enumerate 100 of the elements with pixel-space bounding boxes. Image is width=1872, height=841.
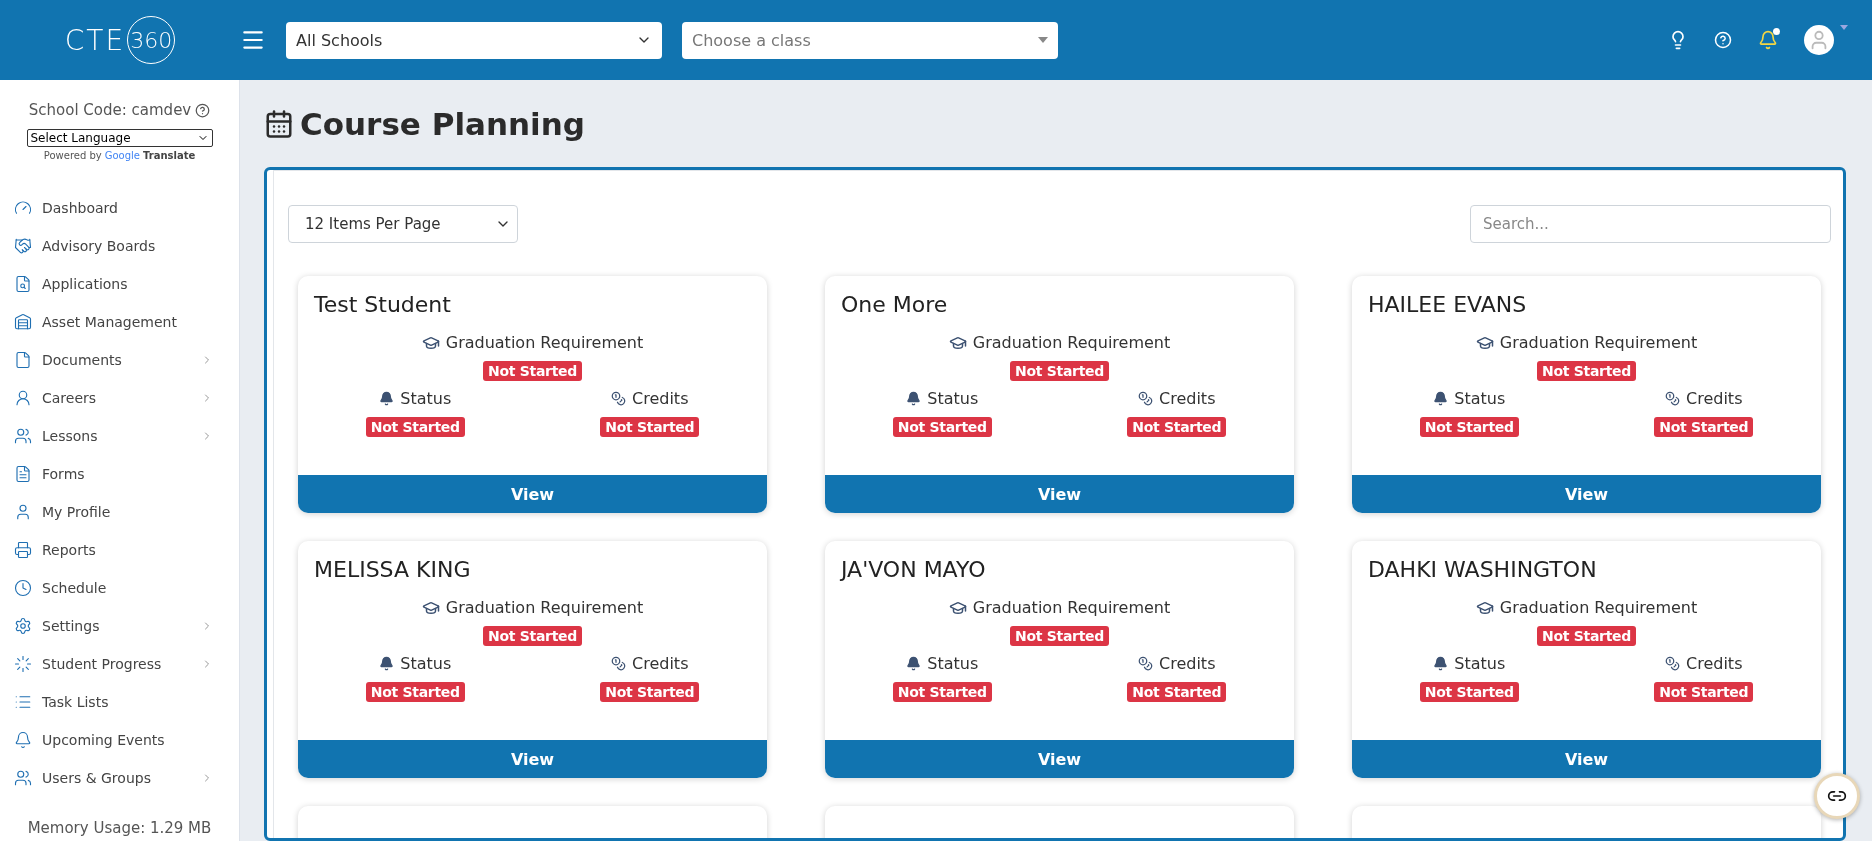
status-badge: Not Started — [1419, 417, 1519, 437]
graduation-label: Graduation Requirement — [445, 333, 644, 352]
status-badge: Not Started — [365, 417, 465, 437]
status-badge: Not Started — [1419, 682, 1519, 702]
coins-icon — [1138, 391, 1153, 406]
credits-label: Credits — [632, 389, 689, 408]
graduation-label: Graduation Requirement — [1499, 333, 1698, 352]
credits-badge: Not Started — [600, 682, 700, 702]
logo: CTE 360 — [64, 16, 176, 64]
sidebar-item[interactable]: Users & Groups — [0, 759, 239, 797]
calendar-icon — [264, 108, 294, 139]
bell-icon[interactable] — [1758, 30, 1778, 50]
nav-icon — [14, 465, 32, 483]
nav-icon — [14, 617, 32, 635]
sidebar-item[interactable]: Settings — [0, 607, 239, 645]
view-button[interactable]: View — [298, 740, 767, 778]
nav-icon — [14, 731, 32, 749]
view-button[interactable]: View — [825, 475, 1294, 513]
credits-label: Credits — [1686, 654, 1743, 673]
coins-icon — [1665, 391, 1680, 406]
status-badge: Not Started — [1537, 361, 1636, 381]
status-badge: Not Started — [892, 417, 992, 437]
status-badge: Not Started — [892, 682, 992, 702]
sidebar-item[interactable]: Careers — [0, 379, 239, 417]
school-code: School Code: camdev — [28, 101, 192, 119]
student-name: MELISSA KING — [313, 556, 472, 582]
nav-icon — [14, 541, 32, 559]
status-label: Status — [1454, 654, 1506, 673]
nav-icon — [14, 313, 32, 331]
avatar-icon — [1804, 25, 1834, 55]
items-per-page-select[interactable]: 12 Items Per Page — [288, 205, 518, 243]
credits-badge: Not Started — [1127, 682, 1227, 702]
class-select[interactable]: Choose a class — [682, 21, 1058, 59]
nav-icon — [14, 275, 32, 293]
status-badge: Not Started — [1010, 626, 1109, 646]
nav-icon — [14, 389, 32, 407]
nav-icon — [14, 769, 32, 787]
graduation-label: Graduation Requirement — [972, 598, 1171, 617]
status-label: Status — [927, 654, 979, 673]
coins-icon — [611, 656, 626, 671]
view-button[interactable]: View — [825, 740, 1294, 778]
coins-icon — [1138, 656, 1153, 671]
graduation-label: Graduation Requirement — [972, 333, 1171, 352]
status-label: Status — [400, 654, 452, 673]
view-button[interactable]: View — [1352, 740, 1821, 778]
status-badge: Not Started — [483, 361, 582, 381]
graduation-label: Graduation Requirement — [1499, 598, 1698, 617]
student-name: JA'VON MAYO — [839, 556, 987, 582]
coins-icon — [1665, 656, 1680, 671]
memory-usage: Memory Usage: 1.29 MB — [26, 819, 213, 839]
view-button[interactable]: View — [1352, 475, 1821, 513]
credits-label: Credits — [1159, 389, 1216, 408]
bell-icon — [906, 391, 922, 406]
credits-badge: Not Started — [600, 417, 700, 437]
nav-icon — [14, 427, 32, 445]
sidebar-item[interactable]: Upcoming Events — [0, 721, 239, 759]
view-button[interactable]: View — [298, 475, 767, 513]
sidebar-item[interactable]: Asset Management — [0, 303, 239, 341]
credits-label: Credits — [1159, 654, 1216, 673]
bell-icon — [379, 656, 395, 671]
credits-badge: Not Started — [1127, 417, 1227, 437]
credits-label: Credits — [1686, 389, 1743, 408]
nav-icon — [14, 655, 32, 673]
status-badge: Not Started — [365, 682, 465, 702]
status-label: Status — [1454, 389, 1506, 408]
sidebar-item[interactable]: Applications — [0, 265, 239, 303]
search-field[interactable]: Search... — [1470, 205, 1831, 243]
status-badge: Not Started — [1537, 626, 1636, 646]
student-name: One More — [840, 291, 949, 317]
school-select[interactable]: All Schools — [286, 21, 662, 59]
sidebar-item[interactable]: My Profile — [0, 493, 239, 531]
bell-icon — [906, 656, 922, 671]
nav-icon — [14, 579, 32, 597]
sidebar-item[interactable]: Task Lists — [0, 683, 239, 721]
status-badge: Not Started — [1010, 361, 1109, 381]
credits-badge: Not Started — [1654, 417, 1754, 437]
powered-by-text: Powered by — [43, 150, 102, 161]
credits-label: Credits — [632, 654, 689, 673]
page-title: Course Planning — [300, 105, 585, 142]
status-label: Status — [400, 389, 452, 408]
nav-icon — [14, 199, 32, 217]
status-label: Status — [927, 389, 979, 408]
sidebar-item[interactable]: Documents — [0, 341, 239, 379]
sidebar-item[interactable]: Dashboard — [0, 189, 239, 227]
sidebar-item[interactable]: Forms — [0, 455, 239, 493]
translate-link[interactable]: Translate — [143, 150, 196, 161]
help-icon[interactable] — [195, 102, 211, 118]
sidebar-item[interactable]: Student Progress — [0, 645, 239, 683]
language-select[interactable]: Select Language — [26, 129, 213, 147]
sidebar-item[interactable]: Reports — [0, 531, 239, 569]
google-logo: Google — [104, 150, 140, 161]
bell-icon — [1433, 656, 1449, 671]
avatar-menu[interactable] — [1804, 25, 1848, 55]
status-badge: Not Started — [483, 626, 582, 646]
student-name: Test Student — [313, 291, 452, 317]
graduation-label: Graduation Requirement — [445, 598, 644, 617]
caret-icon — [1038, 37, 1048, 43]
sidebar-item[interactable]: Lessons — [0, 417, 239, 455]
sidebar-item[interactable]: Schedule — [0, 569, 239, 607]
sidebar-item[interactable]: Advisory Boards — [0, 227, 239, 265]
